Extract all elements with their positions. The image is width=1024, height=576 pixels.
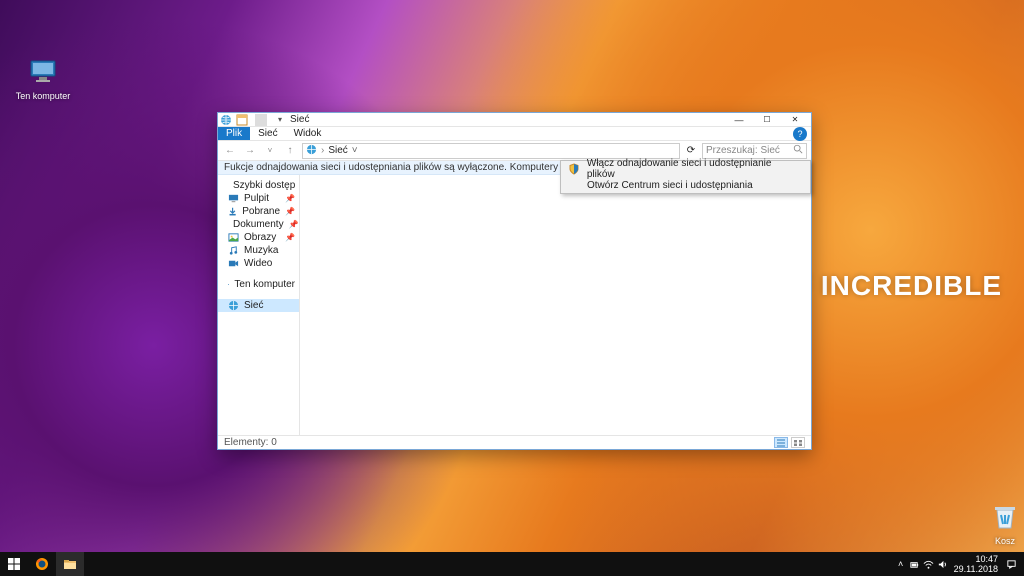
refresh-button[interactable]: ⟳ <box>684 145 698 156</box>
music-icon <box>228 245 239 256</box>
status-bar: Elementy: 0 <box>218 435 811 449</box>
sidebar-item-label: Pobrane <box>242 206 280 217</box>
taskbar-explorer[interactable] <box>56 552 84 576</box>
tray-notifications-icon[interactable] <box>1004 559 1018 570</box>
up-button[interactable]: ↑ <box>282 143 298 159</box>
start-button[interactable] <box>0 552 28 576</box>
this-pc-icon <box>228 279 229 290</box>
content-area[interactable]: Włącz odnajdowanie sieci i udostępnianie… <box>300 175 811 435</box>
address-dropdown-icon[interactable]: ˅ <box>352 145 358 156</box>
clock-date: 29.11.2018 <box>954 564 998 574</box>
file-explorer-window: ▾ Sieć — ☐ ✕ Plik Sieć Widok ? ← → ˅ ↑ ›… <box>217 112 812 450</box>
tray-wifi-icon[interactable] <box>922 559 936 570</box>
sidebar-item-label: Wideo <box>244 258 272 269</box>
network-icon <box>228 300 239 311</box>
sidebar-item-label: Szybki dostęp <box>233 180 295 191</box>
sidebar-item-network[interactable]: Sieć <box>218 299 299 312</box>
search-placeholder: Przeszukaj: Sieć <box>706 145 780 156</box>
desktop-icon-recycle-bin[interactable]: Kosz <box>970 500 1024 546</box>
ribbon-tabs: Plik Sieć Widok ? <box>218 127 811 141</box>
pin-icon: 📌 <box>285 233 295 242</box>
status-item-count: Elementy: 0 <box>224 437 277 448</box>
this-pc-icon <box>27 55 59 87</box>
tab-file[interactable]: Plik <box>218 127 250 140</box>
clock-time: 10:47 <box>954 554 998 564</box>
context-menu: Włącz odnajdowanie sieci i udostępnianie… <box>560 160 811 194</box>
sidebar-item-label: Muzyka <box>244 245 278 256</box>
context-item-enable-discovery[interactable]: Włącz odnajdowanie sieci i udostępnianie… <box>561 161 810 177</box>
tab-view[interactable]: Widok <box>286 127 330 140</box>
desktop-icon-label: Kosz <box>970 536 1024 546</box>
video-icon <box>228 258 239 269</box>
navigation-pane[interactable]: Szybki dostęp Pulpit 📌 Pobrane 📌 Dokumen… <box>218 175 300 435</box>
sidebar-item-label: Pulpit <box>244 193 269 204</box>
breadcrumb-sep: › <box>321 145 324 156</box>
sidebar-item-label: Obrazy <box>244 232 276 243</box>
sidebar-item-videos[interactable]: Wideo <box>218 257 299 270</box>
pin-icon: 📌 <box>285 194 295 203</box>
pictures-icon <box>228 232 239 243</box>
qat-properties-icon[interactable] <box>236 114 248 126</box>
pin-icon: 📌 <box>285 207 295 216</box>
context-item-label: Otwórz Centrum sieci i udostępniania <box>587 180 753 191</box>
shield-icon <box>567 163 581 175</box>
sidebar-item-this-pc[interactable]: Ten komputer <box>218 278 299 291</box>
search-input[interactable]: Przeszukaj: Sieć <box>702 143 807 159</box>
address-bar[interactable]: › Sieć ˅ <box>302 143 680 159</box>
taskbar-clock[interactable]: 10:47 29.11.2018 <box>950 552 1004 576</box>
tray-volume-icon[interactable] <box>936 559 950 570</box>
breadcrumb-root-icon <box>306 144 317 158</box>
network-icon <box>220 114 232 126</box>
desktop-icon <box>228 193 239 204</box>
search-icon <box>793 144 803 157</box>
sidebar-item-label: Ten komputer <box>234 279 295 290</box>
explorer-body: Szybki dostęp Pulpit 📌 Pobrane 📌 Dokumen… <box>218 175 811 435</box>
taskbar-firefox[interactable] <box>28 552 56 576</box>
maximize-button[interactable]: ☐ <box>753 113 781 127</box>
window-title: Sieć <box>290 114 309 125</box>
window-controls: — ☐ ✕ <box>725 113 809 127</box>
sidebar-item-pictures[interactable]: Obrazy 📌 <box>218 231 299 244</box>
back-button[interactable]: ← <box>222 143 238 159</box>
titlebar[interactable]: ▾ Sieć — ☐ ✕ <box>218 113 811 127</box>
taskbar: ˄ 10:47 29.11.2018 <box>0 552 1024 576</box>
qat-dropdown-icon[interactable]: ▾ <box>274 114 286 126</box>
sidebar-item-documents[interactable]: Dokumenty 📌 <box>218 218 299 231</box>
separator <box>255 114 267 126</box>
tray-power-icon[interactable] <box>908 559 922 570</box>
context-item-label: Włącz odnajdowanie sieci i udostępnianie… <box>587 158 800 180</box>
desktop-icon-this-pc[interactable]: Ten komputer <box>8 55 78 101</box>
download-icon <box>228 206 237 217</box>
recent-dropdown-icon[interactable]: ˅ <box>262 143 278 159</box>
tab-network[interactable]: Sieć <box>250 127 285 140</box>
sidebar-item-label: Dokumenty <box>233 219 284 230</box>
recycle-bin-icon <box>989 500 1021 532</box>
sidebar-item-music[interactable]: Muzyka <box>218 244 299 257</box>
tray-overflow-icon[interactable]: ˄ <box>894 559 908 569</box>
sidebar-item-label: Sieć <box>244 300 263 311</box>
view-large-button[interactable] <box>791 437 805 448</box>
sidebar-item-quick-access[interactable]: Szybki dostęp <box>218 179 299 192</box>
pin-icon: 📌 <box>289 220 299 229</box>
forward-button[interactable]: → <box>242 143 258 159</box>
sidebar-item-downloads[interactable]: Pobrane 📌 <box>218 205 299 218</box>
close-button[interactable]: ✕ <box>781 113 809 127</box>
quick-access-toolbar: ▾ <box>220 114 286 126</box>
minimize-button[interactable]: — <box>725 113 753 127</box>
sidebar-item-desktop[interactable]: Pulpit 📌 <box>218 192 299 205</box>
view-details-button[interactable] <box>774 437 788 448</box>
desktop: EARCH OF INCREDIBLE Ten komputer Kosz ▾ … <box>0 0 1024 576</box>
desktop-icon-label: Ten komputer <box>8 91 78 101</box>
help-button[interactable]: ? <box>793 127 807 141</box>
breadcrumb-current[interactable]: Sieć <box>328 145 347 156</box>
